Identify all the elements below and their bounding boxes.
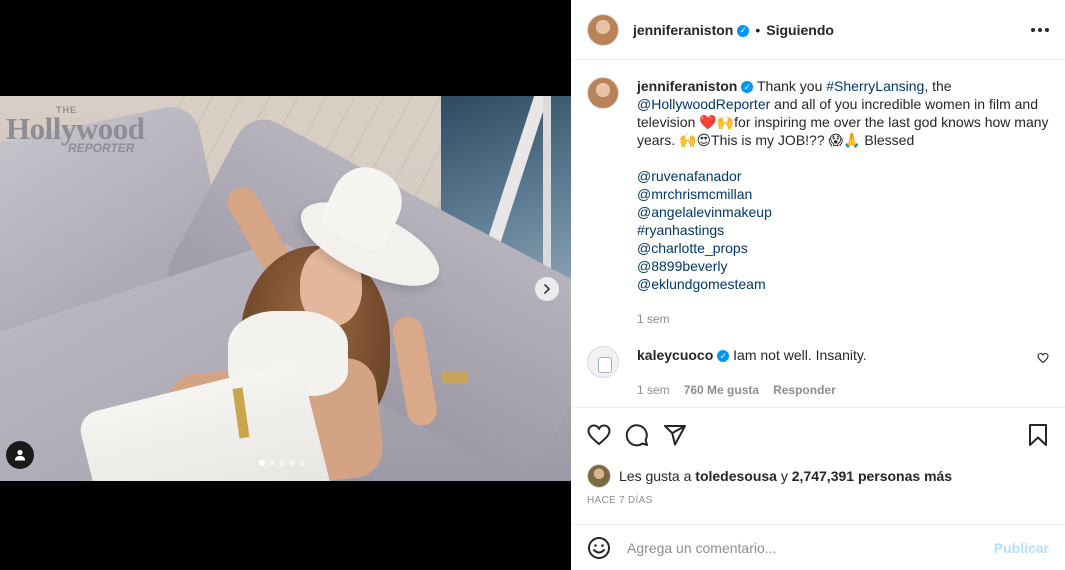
liker-avatar[interactable] bbox=[587, 464, 611, 488]
comment-input[interactable] bbox=[627, 539, 994, 556]
likes-middle: y bbox=[776, 468, 792, 484]
photo-watch bbox=[442, 371, 468, 383]
instagram-post-modal: THE Hollywood REPORTER jenniferaniston ✓… bbox=[0, 0, 1065, 570]
hollywood-reporter-logo: THE Hollywood REPORTER bbox=[6, 106, 145, 155]
caption-meta: 1 sem bbox=[637, 310, 1049, 328]
caption-text-segment: This is my JOB!?? bbox=[711, 132, 829, 148]
user-tag-icon bbox=[15, 449, 25, 461]
carousel-next-button[interactable] bbox=[535, 277, 559, 301]
verified-icon: ✓ bbox=[717, 350, 730, 363]
reply-button[interactable]: Responder bbox=[773, 381, 836, 399]
bookmark-icon[interactable] bbox=[1027, 423, 1049, 447]
post-side-panel: jenniferaniston ✓ • Siguiendo jenniferani… bbox=[571, 0, 1065, 570]
add-comment-bar: Publicar bbox=[571, 524, 1065, 570]
comment-like-heart-icon[interactable] bbox=[1037, 352, 1049, 364]
comment-text: Iam not well. Insanity. bbox=[733, 347, 867, 363]
carousel-dot bbox=[299, 460, 305, 466]
caption-mention-link[interactable]: @8899beverly bbox=[637, 257, 1049, 275]
more-icon-dot bbox=[1038, 27, 1042, 32]
caption-text-segment: 🙌😍 bbox=[679, 132, 712, 148]
more-options-button[interactable] bbox=[1031, 27, 1049, 32]
caption-mention-link[interactable]: @charlotte_props bbox=[637, 239, 1049, 257]
caption-row: jenniferaniston ✓ Thank you #SherryLansin… bbox=[587, 77, 1049, 328]
header-separator: • bbox=[755, 21, 761, 38]
caption-avatar[interactable] bbox=[587, 77, 619, 109]
carousel-dot bbox=[259, 460, 265, 466]
comments-section[interactable]: jenniferaniston ✓ Thank you #SherryLansin… bbox=[571, 61, 1065, 407]
liker-username[interactable]: toledesousa bbox=[695, 468, 777, 484]
caption-mention-link[interactable]: #ryanhastings bbox=[637, 221, 1049, 239]
heart-icon[interactable] bbox=[587, 423, 611, 447]
user-tags-button[interactable] bbox=[6, 441, 34, 469]
author-username-text[interactable]: jenniferaniston bbox=[633, 22, 733, 38]
commenter-avatar[interactable] bbox=[587, 346, 619, 378]
caption-username[interactable]: jenniferaniston bbox=[637, 78, 737, 94]
logo-sub: REPORTER bbox=[68, 141, 135, 155]
author-avatar[interactable] bbox=[587, 13, 619, 46]
comment-meta: 1 sem 760 Me gusta Responder bbox=[637, 381, 1027, 399]
more-icon-dot bbox=[1045, 27, 1049, 32]
post-actions-bar bbox=[571, 407, 1065, 462]
carousel-dot bbox=[289, 460, 295, 466]
emoji-icon[interactable] bbox=[587, 536, 611, 560]
likes-count[interactable]: 2,747,391 personas más bbox=[792, 468, 952, 484]
publish-button[interactable]: Publicar bbox=[994, 540, 1049, 556]
caption-mentions: @ruvenafanador @mrchrismcmillan @angelalev… bbox=[637, 167, 1049, 293]
caption-text-segment: Blessed bbox=[860, 132, 915, 148]
likes-prefix: Les gusta a bbox=[619, 468, 696, 484]
verified-icon: ✓ bbox=[741, 81, 754, 94]
logo-main: Hollywood bbox=[6, 111, 145, 146]
media-area: THE Hollywood REPORTER bbox=[0, 0, 571, 570]
likes-text: Les gusta a toledesousa y 2,747,391 pers… bbox=[619, 468, 952, 484]
share-icon[interactable] bbox=[663, 423, 687, 447]
caption-mention-link[interactable]: @ruvenafanador bbox=[637, 167, 1049, 185]
caption-text-segment: , the bbox=[924, 78, 952, 94]
comment-icon[interactable] bbox=[625, 423, 649, 447]
caption-text-segment: 😱🙏 bbox=[828, 132, 861, 148]
author-username[interactable]: jenniferaniston ✓ bbox=[633, 22, 750, 38]
caption-mention-link[interactable]: @angelalevinmakeup bbox=[637, 203, 1049, 221]
verified-icon: ✓ bbox=[737, 24, 750, 37]
post-date[interactable]: HACE 7 DÍAS bbox=[587, 495, 653, 506]
likes-summary: Les gusta a toledesousa y 2,747,391 pers… bbox=[587, 464, 952, 488]
post-header: jenniferaniston ✓ • Siguiendo bbox=[571, 0, 1065, 60]
comment-row: kaleycuoco ✓ Iam not well. Insanity. 1 se… bbox=[587, 346, 1049, 399]
comment-username[interactable]: kaleycuoco bbox=[637, 347, 713, 363]
caption-mention-link[interactable]: @mrchrismcmillan bbox=[637, 185, 1049, 203]
caption-mention-link[interactable]: @eklundgomesteam bbox=[637, 275, 1049, 293]
carousel-dot bbox=[269, 460, 275, 466]
caption-text-segment: ❤️🙌 bbox=[699, 114, 735, 130]
comment-body: kaleycuoco ✓ Iam not well. Insanity. 1 se… bbox=[637, 346, 1027, 399]
caption-tag-link[interactable]: #SherryLansing bbox=[826, 78, 924, 94]
chevron-right-icon bbox=[544, 284, 550, 294]
carousel-indicator bbox=[259, 460, 305, 466]
caption-time[interactable]: 1 sem bbox=[637, 310, 670, 328]
carousel-dot bbox=[279, 460, 285, 466]
caption-body: jenniferaniston ✓ Thank you #SherryLansin… bbox=[637, 77, 1049, 328]
caption-text-segment: Thank you bbox=[753, 78, 827, 94]
following-button[interactable]: Siguiendo bbox=[766, 22, 834, 38]
comment-time[interactable]: 1 sem bbox=[637, 381, 670, 399]
caption-tag-link[interactable]: @HollywoodReporter bbox=[637, 96, 770, 112]
comment-likes[interactable]: 760 Me gusta bbox=[684, 381, 759, 399]
more-icon bbox=[1031, 27, 1035, 32]
